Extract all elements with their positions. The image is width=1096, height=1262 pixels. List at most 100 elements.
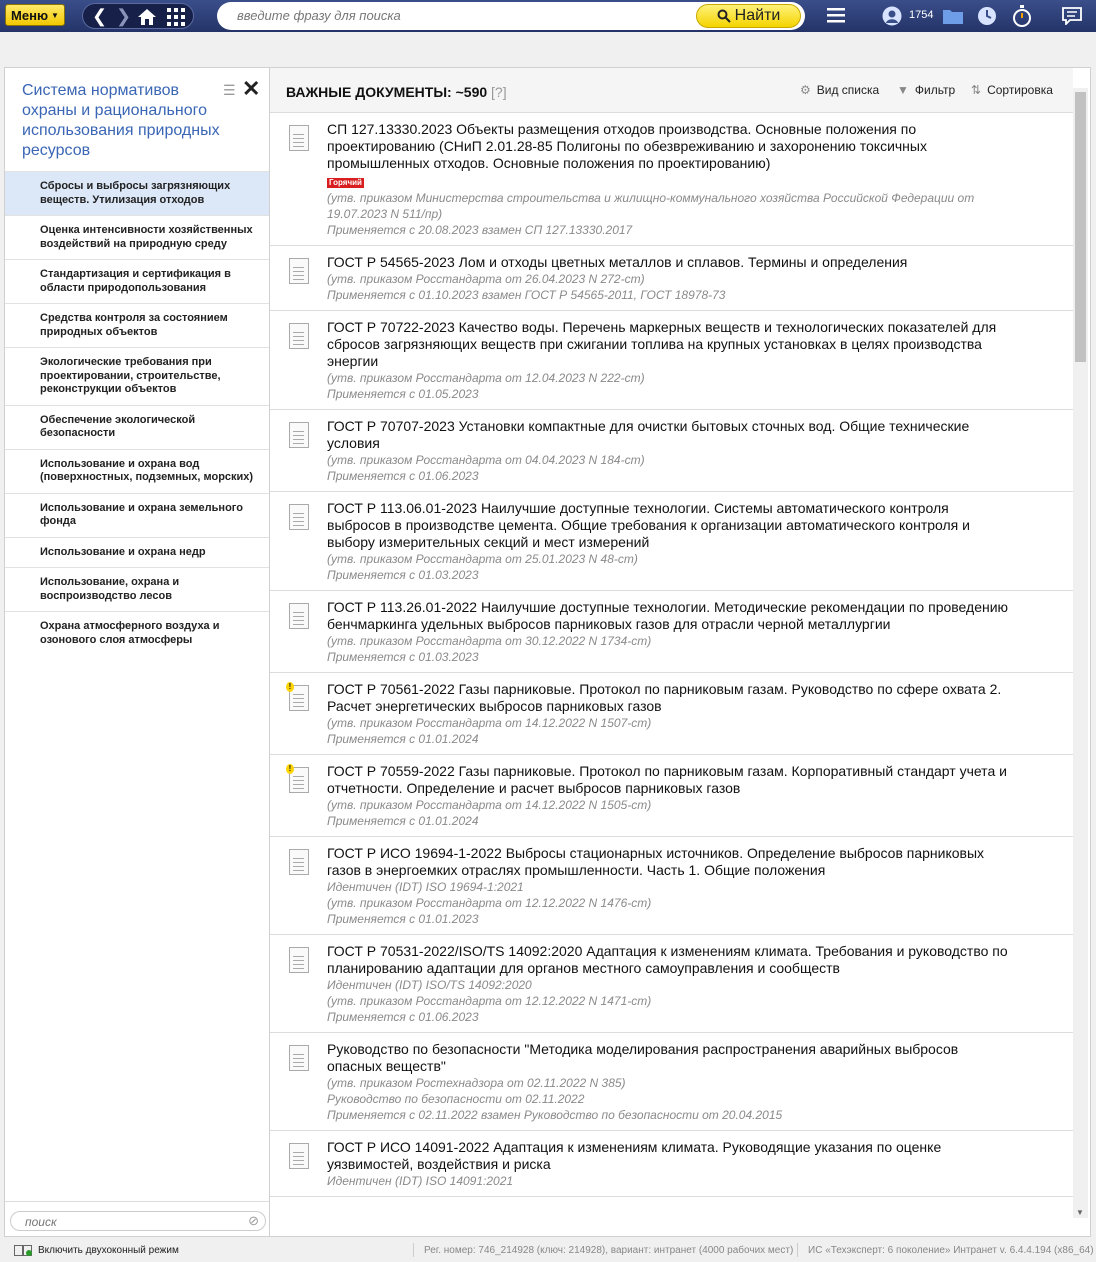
list-item[interactable]: ГОСТ Р 70531-2022/ISO/TS 14092:2020 Адап… bbox=[270, 935, 1073, 1033]
document-icon bbox=[289, 1143, 309, 1169]
document-icon bbox=[289, 504, 309, 530]
document-status: Применяется с 01.01.2024 bbox=[327, 732, 479, 746]
scroll-down-icon[interactable]: ▼ bbox=[1076, 1208, 1084, 1217]
history-clock-icon[interactable] bbox=[977, 6, 997, 26]
sidebar-list: Сбросы и выбросы загрязняющих веществ. У… bbox=[5, 171, 269, 655]
top-toolbar: Меню▼ ❮ ❯ Найти 1754 bbox=[0, 0, 1096, 32]
list-item[interactable]: ГОСТ Р ИСО 14091-2022 Адаптация к измене… bbox=[270, 1131, 1073, 1197]
list-item[interactable]: ! ГОСТ Р 70561-2022 Газы парниковые. Про… bbox=[270, 673, 1073, 755]
list-item[interactable]: ГОСТ Р 113.06.01-2023 Наилучшие доступны… bbox=[270, 492, 1073, 591]
document-identity: Идентичен (IDT) ISO 14091:2021 bbox=[327, 1174, 514, 1188]
apps-grid-icon[interactable] bbox=[167, 8, 185, 26]
search-input[interactable] bbox=[235, 7, 699, 24]
search-icon bbox=[717, 9, 731, 23]
sidebar-item-monitoring[interactable]: Средства контроля за состоянием природны… bbox=[5, 303, 269, 347]
list-item[interactable]: Руководство по безопасности "Методика мо… bbox=[270, 1033, 1073, 1131]
list-item[interactable]: ГОСТ Р 54565-2023 Лом и отходы цветных м… bbox=[270, 246, 1073, 311]
page-title: ВАЖНЫЕ ДОКУМЕНТЫ: ~590 [?] bbox=[286, 84, 507, 100]
sidebar-item-waste-emissions[interactable]: Сбросы и выбросы загрязняющих веществ. У… bbox=[5, 171, 269, 215]
hot-badge: Горячий bbox=[327, 178, 364, 188]
document-title[interactable]: ГОСТ Р 70559-2022 Газы парниковые. Прото… bbox=[327, 763, 1013, 797]
document-approval: (утв. приказом Росстандарта от 12.04.202… bbox=[327, 371, 645, 385]
menu-button[interactable]: Меню ▼ bbox=[5, 4, 65, 26]
document-icon bbox=[289, 1045, 309, 1071]
document-icon bbox=[289, 125, 309, 151]
sidebar-title: Система нормативов охраны и рациональног… bbox=[22, 82, 220, 159]
document-status: Применяется с 01.05.2023 bbox=[327, 387, 479, 401]
sidebar-item-eco-requirements[interactable]: Экологические требования при проектирова… bbox=[5, 347, 269, 405]
forward-arrow-icon[interactable]: ❯ bbox=[116, 6, 131, 26]
sort-button[interactable]: ⇅ Сортировка bbox=[971, 83, 1053, 97]
sidebar-item-standardization[interactable]: Стандартизация и сертификация в области … bbox=[5, 259, 269, 303]
list-item[interactable]: ! ГОСТ Р 70559-2022 Газы парниковые. Про… bbox=[270, 755, 1073, 837]
hamburger-menu-icon[interactable] bbox=[827, 7, 845, 23]
document-note: Руководство по безопасности от 02.11.202… bbox=[327, 1092, 585, 1106]
document-title[interactable]: ГОСТ Р 54565-2023 Лом и отходы цветных м… bbox=[327, 254, 1013, 271]
message-icon[interactable] bbox=[1062, 7, 1082, 25]
help-link[interactable]: [?] bbox=[491, 84, 507, 100]
document-list-panel: ВАЖНЫЕ ДОКУМЕНТЫ: ~590 [?] ⚙ Вид списка ▼… bbox=[270, 67, 1091, 1237]
user-icon[interactable] bbox=[882, 6, 902, 26]
document-title[interactable]: ГОСТ Р 70561-2022 Газы парниковые. Прото… bbox=[327, 681, 1013, 715]
warning-icon: ! bbox=[286, 764, 294, 774]
document-title[interactable]: ГОСТ Р 70531-2022/ISO/TS 14092:2020 Адап… bbox=[327, 943, 1013, 977]
list-item[interactable]: ГОСТ Р 113.26.01-2022 Наилучшие доступны… bbox=[270, 591, 1073, 673]
status-bar: Включить двухоконный режим Рег. номер: 7… bbox=[0, 1240, 1096, 1262]
version-info: ИС «Техэксперт: 6 поколение» Интранет v.… bbox=[808, 1245, 1094, 1256]
sidebar-item-subsoil[interactable]: Использование и охрана недр bbox=[5, 536, 269, 568]
gear-icon: ⚙ bbox=[800, 83, 811, 97]
search-box: Найти bbox=[217, 2, 805, 30]
document-title[interactable]: ГОСТ Р 70722-2023 Качество воды. Перечен… bbox=[327, 319, 1013, 370]
document-title[interactable]: Руководство по безопасности "Методика мо… bbox=[327, 1041, 1013, 1075]
folder-icon[interactable] bbox=[943, 8, 963, 24]
document-status: Применяется с 01.10.2023 взамен ГОСТ Р 5… bbox=[327, 288, 726, 302]
document-title[interactable]: СП 127.13330.2023 Объекты размещения отх… bbox=[327, 121, 1013, 172]
document-icon bbox=[289, 258, 309, 284]
sidebar-item-atmosphere[interactable]: Охрана атмосферного воздуха и озонового … bbox=[5, 611, 269, 655]
list-item[interactable]: СП 127.13330.2023 Объекты размещения отх… bbox=[270, 113, 1073, 246]
close-icon[interactable]: ✕ bbox=[242, 76, 260, 102]
document-approval: (утв. приказом Росстандарта от 04.04.202… bbox=[327, 453, 645, 467]
dual-window-icon[interactable] bbox=[14, 1245, 34, 1257]
document-approval: (утв. приказом Министерства строительств… bbox=[327, 191, 975, 221]
clear-icon[interactable]: ⊘ bbox=[248, 1213, 259, 1229]
document-approval: (утв. приказом Росстандарта от 14.12.202… bbox=[327, 798, 652, 812]
list-item[interactable]: ГОСТ Р 70722-2023 Качество воды. Перечен… bbox=[270, 311, 1073, 410]
home-icon[interactable] bbox=[137, 8, 157, 26]
vertical-scrollbar[interactable]: ▼ bbox=[1073, 88, 1088, 1218]
document-title[interactable]: ГОСТ Р 113.26.01-2022 Наилучшие доступны… bbox=[327, 599, 1013, 633]
stopwatch-icon[interactable] bbox=[1012, 5, 1032, 27]
registration-info: Рег. номер: 746_214928 (ключ: 214928), в… bbox=[424, 1245, 794, 1256]
sidebar-item-forests[interactable]: Использование, охрана и воспроизводство … bbox=[5, 567, 269, 611]
dual-window-toggle[interactable]: Включить двухоконный режим bbox=[38, 1245, 179, 1256]
back-arrow-icon[interactable]: ❮ bbox=[92, 6, 107, 26]
document-status: Применяется с 02.11.2022 взамен Руководс… bbox=[327, 1108, 783, 1122]
sidebar-item-land[interactable]: Использование и охрана земельного фонда bbox=[5, 492, 269, 537]
sidebar-item-eco-safety[interactable]: Обеспечение экологической безопасности bbox=[5, 404, 269, 449]
sidebar-search-input[interactable] bbox=[23, 1214, 237, 1230]
sidebar-item-impact-assessment[interactable]: Оценка интенсивности хозяйственных возде… bbox=[5, 215, 269, 259]
list-menu-icon[interactable]: ☰ bbox=[223, 82, 236, 99]
document-title[interactable]: ГОСТ Р ИСО 19694-1-2022 Выбросы стациона… bbox=[327, 845, 1013, 879]
list-item[interactable]: ГОСТ Р 70707-2023 Установки компактные д… bbox=[270, 410, 1073, 492]
document-title[interactable]: ГОСТ Р 113.06.01-2023 Наилучшие доступны… bbox=[327, 500, 1013, 551]
list-item[interactable]: ГОСТ Р ИСО 19694-1-2022 Выбросы стациона… bbox=[270, 837, 1073, 935]
document-icon bbox=[289, 849, 309, 875]
document-icon bbox=[289, 603, 309, 629]
document-icon bbox=[289, 422, 309, 448]
view-list-button[interactable]: ⚙ Вид списка bbox=[800, 83, 879, 97]
filter-button[interactable]: ▼ Фильтр bbox=[897, 83, 955, 97]
sidebar-search: ⊘ bbox=[10, 1211, 266, 1231]
sidebar-item-water[interactable]: Использование и охрана вод (поверхностны… bbox=[5, 448, 269, 493]
document-approval: (утв. приказом Ростехнадзора от 02.11.20… bbox=[327, 1076, 626, 1090]
document-status: Применяется с 01.01.2024 bbox=[327, 814, 479, 828]
scrollbar-thumb[interactable] bbox=[1075, 92, 1086, 362]
document-title[interactable]: ГОСТ Р 70707-2023 Установки компактные д… bbox=[327, 418, 1013, 452]
find-button[interactable]: Найти bbox=[696, 4, 801, 28]
document-identity: Идентичен (IDT) ISO 19694-1:2021 bbox=[327, 880, 524, 894]
navigation-group: ❮ ❯ bbox=[82, 3, 194, 29]
chevron-down-icon: ▼ bbox=[51, 10, 59, 20]
document-title[interactable]: ГОСТ Р ИСО 14091-2022 Адаптация к измене… bbox=[327, 1139, 1013, 1173]
document-status: Применяется с 01.06.2023 bbox=[327, 469, 479, 483]
document-approval: (утв. приказом Росстандарта от 25.01.202… bbox=[327, 552, 638, 566]
